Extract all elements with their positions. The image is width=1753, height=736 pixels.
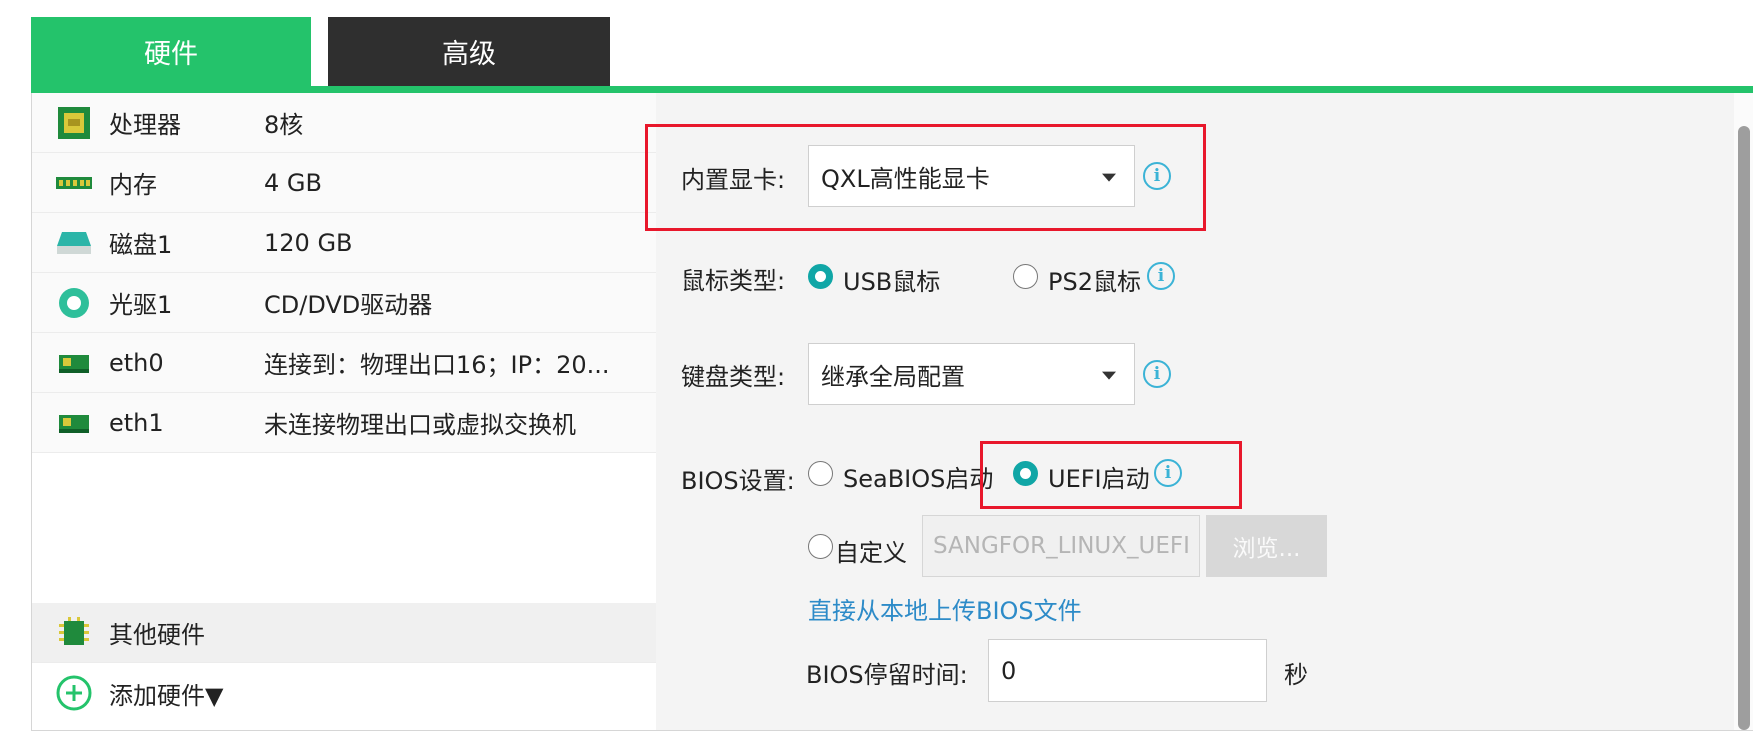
info-icon[interactable]: i xyxy=(1147,262,1175,290)
hardware-name: 光驱1 xyxy=(109,291,173,319)
hardware-row-eth0[interactable]: eth0 连接到：物理出口16；IP：20... xyxy=(32,333,656,393)
keyboard-select-value: 继承全局配置 xyxy=(821,362,965,391)
chevron-down-icon xyxy=(1102,371,1116,380)
info-icon[interactable]: i xyxy=(1143,360,1171,388)
mouse-type-label: 鼠标类型: xyxy=(681,267,786,295)
hardware-name: 处理器 xyxy=(109,111,181,139)
hardware-name: 内存 xyxy=(109,171,157,199)
tab-hardware[interactable]: 硬件 xyxy=(31,17,311,86)
hardware-value: 8核 xyxy=(264,111,304,139)
cdrom-icon xyxy=(56,285,92,321)
bios-wait-input[interactable]: 0 xyxy=(988,639,1267,702)
usb-mouse-label[interactable]: USB鼠标 xyxy=(843,262,940,297)
scrollbar-thumb[interactable] xyxy=(1738,126,1750,730)
hardware-name: eth1 xyxy=(109,408,164,437)
highlight-box-gpu xyxy=(645,124,1206,231)
memory-icon xyxy=(56,165,92,201)
cpu-icon xyxy=(56,105,92,141)
other-hardware-label: 其他硬件 xyxy=(109,621,205,649)
browse-button[interactable]: 浏览... xyxy=(1206,515,1327,577)
hardware-row-memory[interactable]: 内存 4 GB xyxy=(32,153,656,213)
bios-wait-unit: 秒 xyxy=(1284,661,1308,689)
hardware-name: eth0 xyxy=(109,348,164,377)
disk-icon xyxy=(56,225,92,261)
radio-custom-bios[interactable] xyxy=(808,534,833,559)
hardware-value: 连接到：物理出口16；IP：20... xyxy=(264,351,610,379)
bios-wait-label: BIOS停留时间: xyxy=(806,661,968,689)
tab-underline xyxy=(31,86,1753,93)
upload-bios-link[interactable]: 直接从本地上传BIOS文件 xyxy=(808,591,1082,626)
keyboard-type-label: 键盘类型: xyxy=(681,363,786,391)
network-card-icon xyxy=(56,405,92,441)
highlight-box-uefi xyxy=(980,441,1242,509)
hardware-row-cdrom[interactable]: 光驱1 CD/DVD驱动器 xyxy=(32,273,656,333)
tab-advanced[interactable]: 高级 xyxy=(328,17,610,86)
hardware-row-eth1[interactable]: eth1 未连接物理出口或虚拟交换机 xyxy=(32,393,656,453)
hardware-value: 120 GB xyxy=(264,228,353,257)
bios-settings-label: BIOS设置: xyxy=(681,467,795,495)
radio-seabios[interactable] xyxy=(808,461,833,486)
add-hardware-button[interactable]: 添加硬件▼ xyxy=(32,663,656,723)
radio-usb-mouse[interactable] xyxy=(808,264,833,289)
keyboard-select[interactable]: 继承全局配置 xyxy=(808,343,1135,405)
hardware-row-other[interactable]: 其他硬件 xyxy=(32,603,656,663)
hardware-value: 未连接物理出口或虚拟交换机 xyxy=(264,411,576,439)
hardware-name: 磁盘1 xyxy=(109,231,173,259)
hardware-value: 4 GB xyxy=(264,168,322,197)
radio-ps2-mouse[interactable] xyxy=(1013,264,1038,289)
add-circle-icon xyxy=(56,675,92,711)
hardware-row-disk[interactable]: 磁盘1 120 GB xyxy=(32,213,656,273)
network-card-icon xyxy=(56,345,92,381)
hardware-row-cpu[interactable]: 处理器 8核 xyxy=(32,93,656,153)
chip-icon xyxy=(56,615,92,651)
ps2-mouse-label[interactable]: PS2鼠标 xyxy=(1048,262,1141,297)
custom-bios-label[interactable]: 自定义 xyxy=(835,533,907,568)
add-hardware-label: 添加硬件▼ xyxy=(109,681,224,710)
custom-bios-path-input[interactable]: SANGFOR_LINUX_UEFI xyxy=(922,515,1200,577)
hardware-value: CD/DVD驱动器 xyxy=(264,291,433,319)
seabios-label[interactable]: SeaBIOS启动 xyxy=(843,459,993,494)
